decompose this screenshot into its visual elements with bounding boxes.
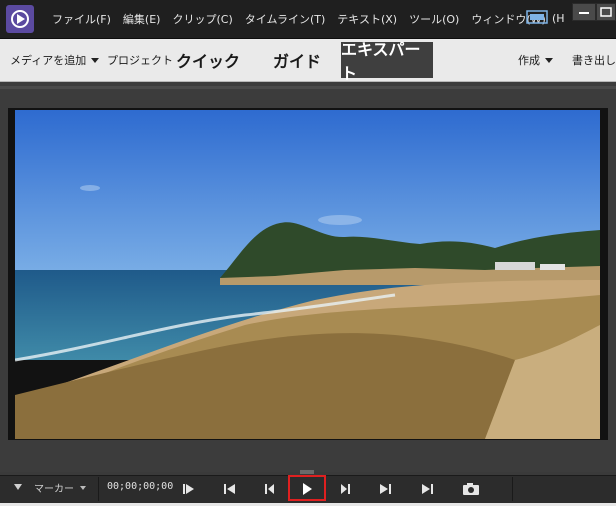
- workspace-toolbar: メディアを追加 プロジェクト クイック ガイド 作成 書き出し: [0, 39, 616, 82]
- project-label: プロジェクト: [107, 54, 173, 67]
- panel-divider: [0, 86, 616, 89]
- chevron-down-icon[interactable]: [80, 486, 86, 490]
- marker-dropdown[interactable]: マーカー: [34, 480, 74, 495]
- go-to-end-button[interactable]: [372, 478, 398, 500]
- minimize-button[interactable]: [572, 3, 596, 21]
- menu-items: ファイル(F) 編集(E) クリップ(C) タイムライン(T) テキスト(X) …: [52, 0, 558, 38]
- go-to-start-button[interactable]: [217, 478, 243, 500]
- chevron-down-icon: [545, 57, 553, 63]
- timecode-display: 00;00;00;00: [107, 481, 174, 492]
- export-button[interactable]: 書き出し: [572, 39, 616, 81]
- add-media-button[interactable]: メディアを追加: [10, 39, 100, 81]
- tab-expert[interactable]: エキスパート: [341, 40, 433, 83]
- tab-guided[interactable]: ガイド: [273, 39, 321, 81]
- menu-tools[interactable]: ツール(O): [409, 11, 459, 27]
- menu-help-partial[interactable]: (H: [552, 12, 565, 25]
- step-back-button[interactable]: [257, 478, 283, 500]
- tab-expert-label: エキスパート: [341, 40, 421, 83]
- timeline-scrub-handle[interactable]: [300, 470, 314, 474]
- marker-icon[interactable]: [14, 484, 22, 490]
- menu-edit[interactable]: 編集(E): [123, 11, 161, 27]
- export-label: 書き出し: [572, 54, 616, 67]
- monitor-icon[interactable]: [526, 10, 548, 26]
- menu-text[interactable]: テキスト(X): [337, 11, 397, 27]
- menu-file[interactable]: ファイル(F): [52, 11, 111, 27]
- video-preview: [15, 110, 600, 439]
- play-button-highlight: [288, 475, 326, 501]
- chevron-down-icon: [91, 57, 100, 63]
- step-forward-button[interactable]: [332, 478, 358, 500]
- camera-icon[interactable]: [458, 478, 484, 500]
- premiere-elements-icon: [6, 5, 34, 33]
- tab-quick[interactable]: クイック: [176, 39, 240, 81]
- create-label: 作成: [518, 54, 540, 67]
- go-to-in-point-button[interactable]: [176, 478, 202, 500]
- maximize-button[interactable]: [596, 3, 616, 21]
- create-button[interactable]: 作成: [518, 39, 553, 81]
- menu-clip[interactable]: クリップ(C): [172, 11, 232, 27]
- tab-guided-label: ガイド: [273, 52, 322, 71]
- divider: [512, 477, 513, 501]
- menu-timeline[interactable]: タイムライン(T): [245, 11, 326, 27]
- go-to-out-point-button[interactable]: [414, 478, 440, 500]
- menu-bar: ファイル(F) 編集(E) クリップ(C) タイムライン(T) テキスト(X) …: [0, 0, 616, 39]
- divider: [98, 477, 99, 501]
- tab-quick-label: クイック: [176, 52, 241, 71]
- add-media-label: メディアを追加: [10, 54, 87, 67]
- project-button[interactable]: プロジェクト: [107, 39, 173, 81]
